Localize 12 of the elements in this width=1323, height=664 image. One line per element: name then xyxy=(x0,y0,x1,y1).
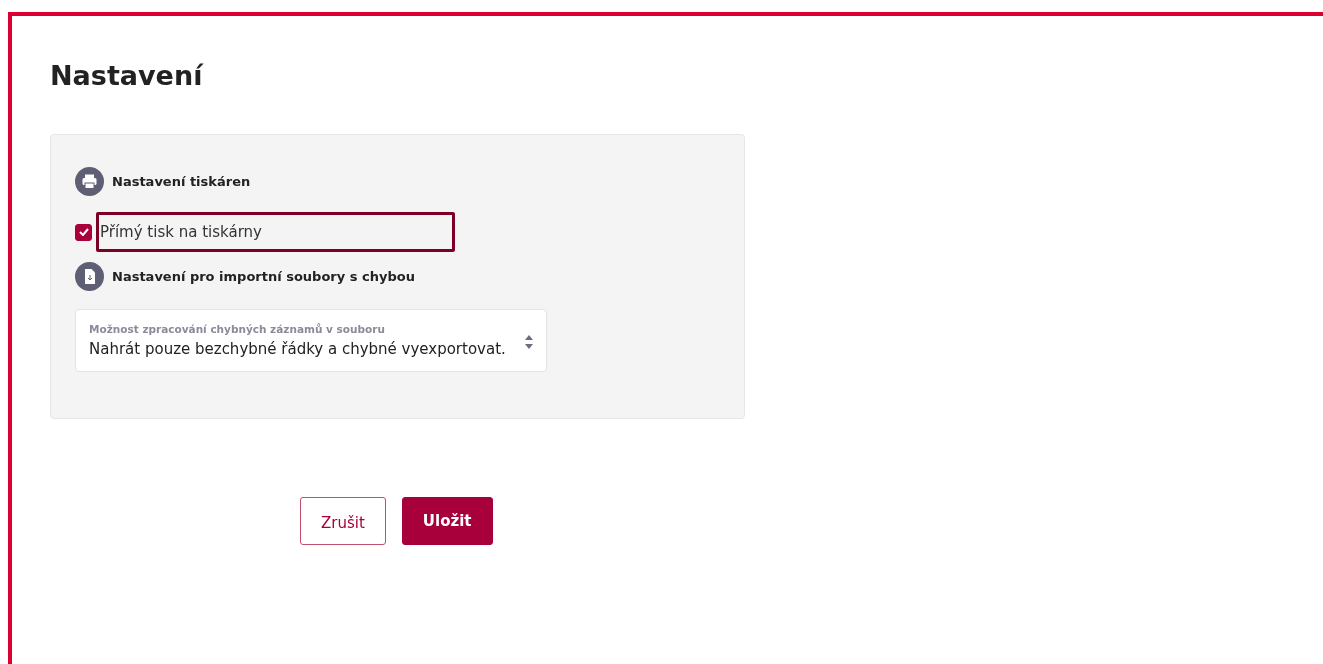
section-heading: Nastavení tiskáren xyxy=(112,173,251,192)
select-field[interactable]: Možnost zpracování chybných záznamů v souboru Nahrát pouze bezchybné řádky a chybné vyexportovat. xyxy=(75,309,547,372)
printer-icon xyxy=(75,167,104,197)
checkmark-icon xyxy=(78,228,89,237)
file-icon xyxy=(75,262,104,292)
cancel-button[interactable]: Zrušit xyxy=(300,496,386,546)
section-heading: Nastavení pro importní soubory s chybou xyxy=(112,268,415,287)
checkbox-label[interactable]: Přímý tisk na tiskárny xyxy=(96,212,455,253)
checkbox[interactable] xyxy=(75,223,92,241)
sort-arrows-icon xyxy=(524,333,534,350)
save-button[interactable]: Uložit xyxy=(401,496,493,546)
page-title: Nastavení xyxy=(50,60,205,93)
